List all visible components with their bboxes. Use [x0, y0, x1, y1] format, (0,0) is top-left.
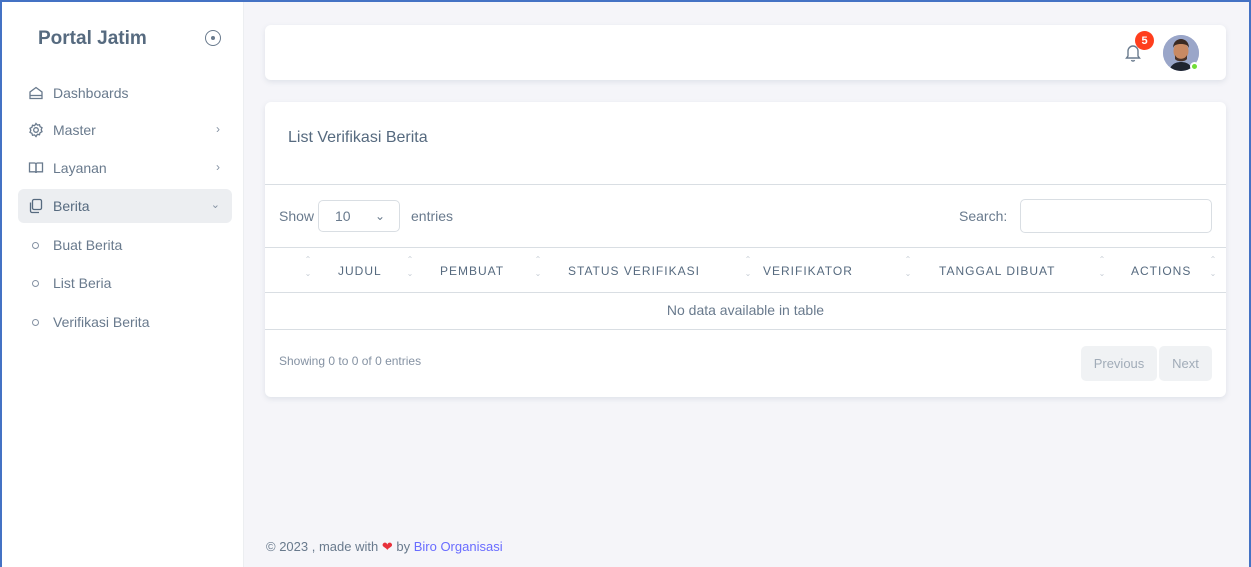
previous-button[interactable]: Previous	[1081, 346, 1157, 381]
sidebar-item-master[interactable]: Master ›	[18, 113, 232, 147]
verifikasi-berita-card: List Verifikasi Berita Show 10 ⌄ entries…	[265, 102, 1226, 397]
column-header-pembuat[interactable]: PEMBUAT	[440, 264, 504, 278]
footer-link[interactable]: Biro Organisasi	[414, 539, 503, 554]
home-icon	[28, 85, 44, 101]
sidebar-item-layanan[interactable]: Layanan ›	[18, 151, 232, 185]
search-input[interactable]	[1020, 199, 1212, 233]
entries-length-value: 10	[335, 208, 351, 224]
entries-length-select[interactable]: 10 ⌄	[318, 200, 400, 232]
online-status-dot	[1190, 62, 1199, 71]
sort-icon[interactable]: ⌃ ⌄	[533, 253, 543, 283]
column-header-actions[interactable]: ACTIONS	[1131, 264, 1191, 278]
circle-bullet-icon	[32, 279, 39, 287]
sort-icon[interactable]: ⌃ ⌄	[405, 253, 415, 283]
sidebar-subitem-verifikasi-berita[interactable]: Verifikasi Berita	[18, 307, 232, 337]
sidebar-item-label: Master	[53, 122, 96, 138]
sort-icon[interactable]: ⌃ ⌄	[303, 253, 313, 283]
sidebar-item-label: Layanan	[53, 160, 107, 176]
book-icon	[28, 160, 44, 176]
show-label: Show	[279, 208, 315, 224]
card-title: List Verifikasi Berita	[288, 129, 428, 146]
sidebar-item-label: Berita	[53, 198, 90, 214]
circle-bullet-icon	[32, 241, 39, 249]
top-navbar: 5	[265, 25, 1226, 80]
sort-icon[interactable]: ⌃ ⌄	[743, 253, 753, 283]
column-header-tanggal-dibuat[interactable]: TANGGAL DIBUAT	[939, 264, 1055, 278]
chevron-right-icon: ›	[216, 160, 220, 174]
column-header-judul[interactable]: JUDUL	[338, 264, 382, 278]
footer-by: by	[396, 539, 411, 554]
sort-icon[interactable]: ⌃ ⌄	[1097, 253, 1107, 283]
column-header-status-verifikasi[interactable]: STATUS VERIFIKASI	[568, 264, 700, 278]
sort-icon[interactable]: ⌃ ⌄	[1208, 253, 1218, 283]
sidebar-toggle-icon[interactable]	[205, 30, 221, 46]
gear-icon	[28, 122, 44, 138]
brand-title[interactable]: Portal Jatim	[38, 28, 147, 50]
chevron-down-icon: ⌄	[374, 209, 385, 223]
divider	[265, 184, 1226, 185]
circle-bullet-icon	[32, 318, 39, 326]
sort-icon[interactable]: ⌃ ⌄	[903, 253, 913, 283]
search-label: Search:	[959, 208, 1008, 224]
table-top-border	[265, 247, 1226, 248]
empty-table-message: No data available in table	[666, 302, 825, 318]
footer: © 2023 , made with ❤ by Biro Organisasi	[266, 539, 503, 555]
sidebar-item-berita[interactable]: Berita ⌄	[18, 189, 232, 223]
table-info: Showing 0 to 0 of 0 entries	[279, 354, 422, 368]
next-button[interactable]: Next	[1159, 346, 1212, 381]
sidebar-subitem-label: List Beria	[53, 275, 112, 291]
sidebar-subitem-label: Buat Berita	[53, 237, 123, 253]
notification-badge: 5	[1135, 31, 1154, 50]
copy-icon	[28, 198, 44, 214]
chevron-right-icon: ›	[216, 122, 220, 136]
table-bottom-border	[265, 329, 1226, 330]
chevron-down-icon: ⌄	[210, 199, 220, 211]
heart-icon: ❤	[381, 539, 393, 554]
sidebar-item-label: Dashboards	[53, 85, 129, 101]
sidebar-subitem-label: Verifikasi Berita	[53, 314, 150, 330]
entries-label: entries	[411, 208, 454, 224]
sidebar: Portal Jatim Dashboards Master › Layanan…	[2, 2, 244, 567]
sidebar-item-dashboards[interactable]: Dashboards	[18, 76, 232, 110]
sidebar-subitem-list-beria[interactable]: List Beria	[18, 268, 232, 298]
column-header-verifikator[interactable]: VERIFIKATOR	[763, 264, 853, 278]
sidebar-subitem-buat-berita[interactable]: Buat Berita	[18, 230, 232, 260]
table-header-border	[265, 292, 1226, 293]
footer-copyright: © 2023 , made with	[266, 539, 379, 554]
